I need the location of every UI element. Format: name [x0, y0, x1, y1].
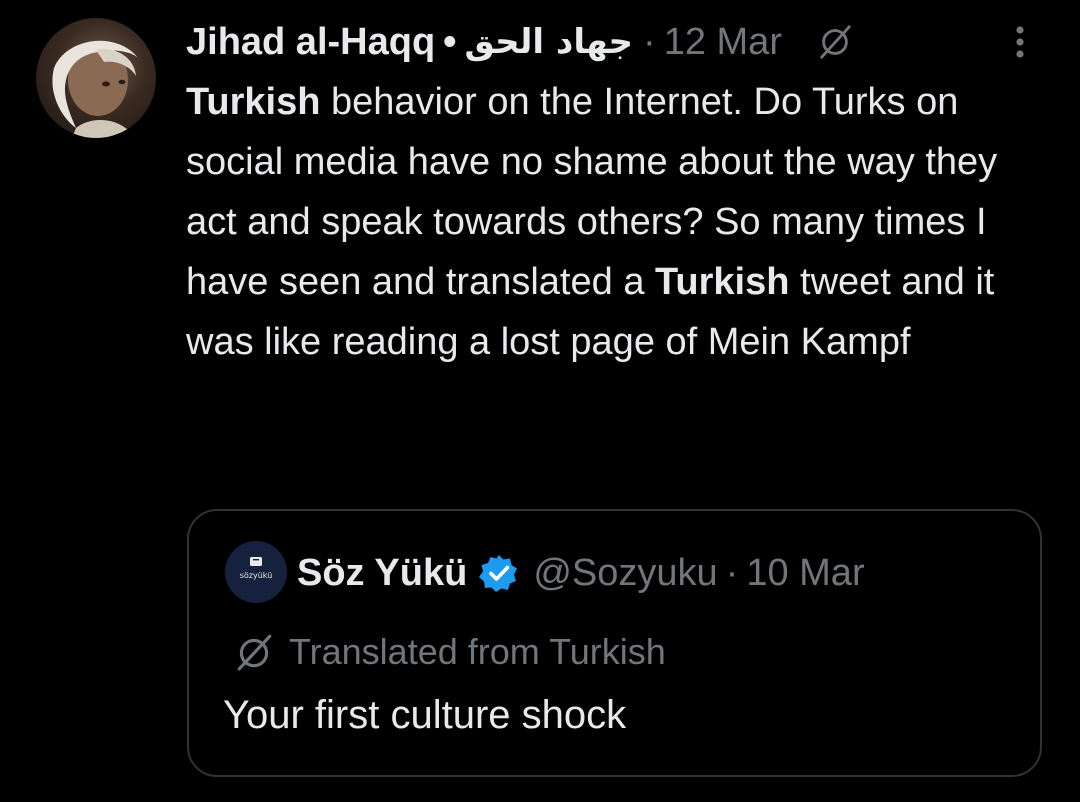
name-separator: •: [443, 21, 457, 63]
translate-icon: [237, 634, 272, 671]
tweet-header: Jihad al-Haqq • جهاد الحق · 12 Mar: [186, 14, 854, 70]
tweet-text-segment[interactable]: Turkish: [186, 81, 320, 123]
quoted-author-handle[interactable]: @Sozyuku: [533, 552, 717, 595]
tweet-text-segment[interactable]: Turkish: [655, 261, 789, 303]
quoted-tweet-header: Söz Yükü @Sozyuku · 10 Mar: [297, 543, 865, 603]
verified-badge-icon[interactable]: [479, 553, 519, 593]
avatar-portrait-image: [52, 40, 138, 138]
translate-icon[interactable]: [816, 23, 854, 61]
meta-separator: ·: [643, 21, 656, 63]
quoted-avatar-logo-text: sözyükü: [240, 571, 273, 580]
more-options-icon[interactable]: [1008, 22, 1032, 62]
author-avatar[interactable]: [36, 18, 156, 138]
quoted-avatar-logo: sözyükü: [240, 557, 273, 580]
author-arabic-name[interactable]: جهاد الحق: [464, 14, 633, 70]
quoted-tweet-date[interactable]: 10 Mar: [746, 552, 864, 595]
tweet-text: Turkish behavior on the Internet. Do Tur…: [186, 72, 1046, 372]
quoted-author-display-name[interactable]: Söz Yükü: [297, 552, 467, 595]
translated-from-text: Translated from Turkish: [289, 631, 666, 672]
tweet-date[interactable]: 12 Mar: [664, 14, 782, 70]
translated-from-label[interactable]: Translated from Turkish: [233, 627, 666, 677]
tweet[interactable]: Jihad al-Haqq • جهاد الحق · 12 Mar Turki…: [0, 0, 1080, 802]
quoted-tweet-card[interactable]: sözyükü Söz Yükü @Sozyuku · 10 Mar Trans…: [187, 509, 1042, 777]
author-display-name[interactable]: Jihad al-Haqq: [186, 14, 435, 70]
quoted-tweet-text: Your first culture shock: [223, 693, 627, 737]
quoted-meta-separator: ·: [725, 551, 739, 594]
quoted-author-avatar[interactable]: sözyükü: [225, 541, 287, 603]
